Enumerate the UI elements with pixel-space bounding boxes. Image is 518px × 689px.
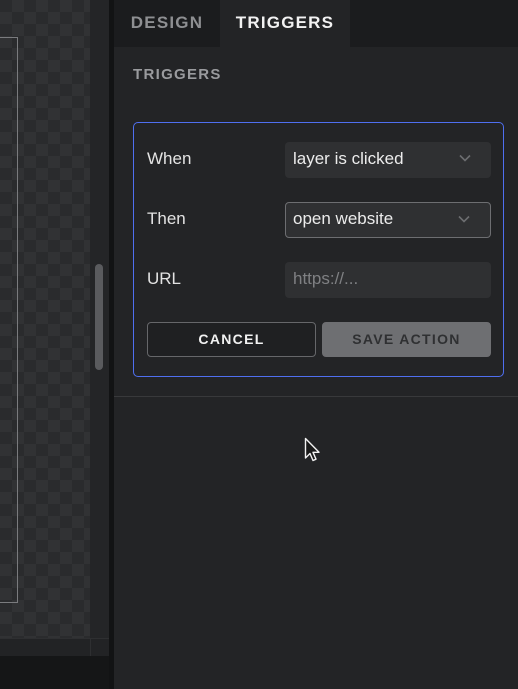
- canvas-area[interactable]: [0, 0, 112, 689]
- section-title: TRIGGERS: [133, 66, 222, 83]
- then-label: Then: [147, 209, 186, 228]
- inspector-panel: DESIGN TRIGGERS TRIGGERS When layer is c…: [114, 0, 518, 689]
- tab-triggers[interactable]: TRIGGERS: [220, 0, 350, 47]
- tab-design[interactable]: DESIGN: [114, 0, 220, 47]
- tab-bar: DESIGN TRIGGERS: [114, 0, 518, 47]
- mouse-pointer-icon: [304, 437, 320, 462]
- url-input[interactable]: https://...: [285, 262, 491, 298]
- cancel-button[interactable]: CANCEL: [147, 322, 316, 357]
- then-select-value: open website: [293, 209, 394, 228]
- save-action-button[interactable]: SAVE ACTION: [322, 322, 491, 357]
- section-divider: [114, 396, 518, 397]
- chevron-down-icon: [459, 154, 471, 162]
- canvas-bottom-bar: [0, 656, 112, 689]
- canvas-scrollbar[interactable]: [95, 264, 103, 370]
- when-select-value: layer is clicked: [293, 149, 404, 168]
- url-placeholder: https://...: [293, 269, 359, 288]
- canvas-footer-corner: [90, 638, 110, 656]
- artboard-outline: [0, 37, 18, 603]
- chevron-down-icon: [458, 215, 470, 223]
- trigger-editor-card: When layer is clicked Then open website …: [133, 122, 504, 377]
- when-label: When: [147, 149, 192, 168]
- when-select[interactable]: layer is clicked: [285, 142, 491, 178]
- url-label: URL: [147, 269, 182, 288]
- then-select[interactable]: open website: [285, 202, 491, 238]
